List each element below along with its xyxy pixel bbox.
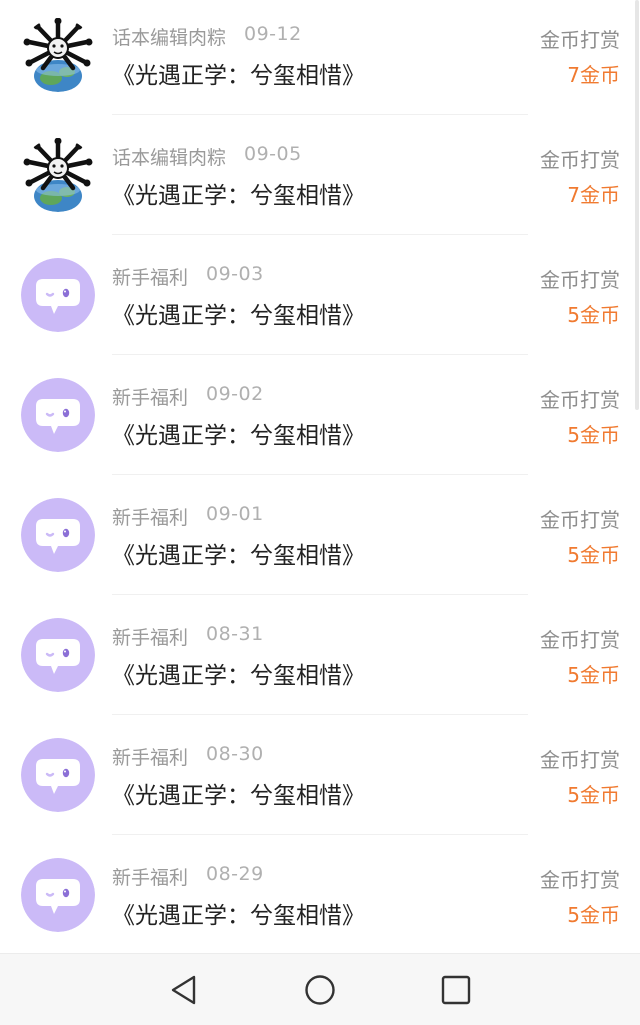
reward-record-row[interactable]: 新手福利 09-03 《光遇正学：兮玺相惜》 金币打赏 5金币 [0,250,640,370]
triangle-back-icon [171,975,196,1005]
book-title[interactable]: 《光遇正学：兮玺相惜》 [112,296,365,330]
sender-name: 新手福利 [112,387,189,409]
recents-button[interactable] [439,973,473,1007]
row-divider [112,834,528,835]
avatar[interactable] [21,618,95,692]
row-divider [112,594,528,595]
chat-bubble-avatar-icon [21,378,95,452]
reward-type: 金币打赏 [540,148,620,172]
editor-avatar-icon [21,138,95,212]
reward-record-row[interactable]: 话本编辑肉粽 09-05 《光遇正学：兮玺相惜》 金币打赏 7金币 [0,130,640,250]
reward-record-row[interactable]: 新手福利 09-02 《光遇正学：兮玺相惜》 金币打赏 5金币 [0,370,640,490]
sender-name: 话本编辑肉粽 [112,147,227,169]
sender-name: 话本编辑肉粽 [112,27,227,49]
square-recents-icon [441,975,471,1005]
system-nav-bar [0,953,640,1025]
avatar[interactable] [21,18,95,92]
scrollbar[interactable] [635,0,639,410]
reward-type: 金币打赏 [540,868,620,892]
record-date: 08-31 [206,623,264,645]
row-divider [112,234,528,235]
book-title[interactable]: 《光遇正学：兮玺相惜》 [112,176,365,210]
book-title[interactable]: 《光遇正学：兮玺相惜》 [112,776,365,810]
avatar[interactable] [21,258,95,332]
row-divider [112,714,528,715]
row-divider [112,354,528,355]
book-title[interactable]: 《光遇正学：兮玺相惜》 [112,56,365,90]
book-title[interactable]: 《光遇正学：兮玺相惜》 [112,416,365,450]
record-date: 08-30 [206,743,264,765]
reward-type: 金币打赏 [540,28,620,52]
reward-type: 金币打赏 [540,268,620,292]
reward-type: 金币打赏 [540,748,620,772]
reward-amount: 5金币 [567,903,620,927]
row-divider [112,114,528,115]
reward-amount: 7金币 [567,63,620,87]
record-date: 09-05 [244,143,302,165]
reward-type: 金币打赏 [540,628,620,652]
record-date: 09-12 [244,23,302,45]
reward-type: 金币打赏 [540,388,620,412]
sender-name: 新手福利 [112,747,189,769]
chat-bubble-avatar-icon [21,258,95,332]
book-title[interactable]: 《光遇正学：兮玺相惜》 [112,896,365,930]
chat-bubble-avatar-icon [21,618,95,692]
sender-name: 新手福利 [112,267,189,289]
sender-name: 新手福利 [112,627,189,649]
back-button[interactable] [167,973,201,1007]
reward-type: 金币打赏 [540,508,620,532]
avatar[interactable] [21,138,95,212]
chat-bubble-avatar-icon [21,858,95,932]
reward-amount: 5金币 [567,423,620,447]
record-date: 09-01 [206,503,264,525]
reward-amount: 5金币 [567,783,620,807]
row-divider [112,474,528,475]
chat-bubble-avatar-icon [21,738,95,812]
reward-record-row[interactable]: 新手福利 09-01 《光遇正学：兮玺相惜》 金币打赏 5金币 [0,490,640,610]
sender-name: 新手福利 [112,867,189,889]
record-date: 09-02 [206,383,264,405]
book-title[interactable]: 《光遇正学：兮玺相惜》 [112,656,365,690]
reward-list[interactable]: 话本编辑肉粽 09-12 《光遇正学：兮玺相惜》 金币打赏 7金币 话本编辑肉粽 09-05… [0,0,640,953]
reward-amount: 5金币 [567,663,620,687]
reward-record-row[interactable]: 新手福利 08-31 《光遇正学：兮玺相惜》 金币打赏 5金币 [0,610,640,730]
home-button[interactable] [303,973,337,1007]
record-date: 09-03 [206,263,264,285]
book-title[interactable]: 《光遇正学：兮玺相惜》 [112,536,365,570]
avatar[interactable] [21,858,95,932]
reward-record-row[interactable]: 话本编辑肉粽 09-12 《光遇正学：兮玺相惜》 金币打赏 7金币 [0,10,640,130]
record-date: 08-29 [206,863,264,885]
reward-amount: 5金币 [567,543,620,567]
avatar[interactable] [21,738,95,812]
reward-record-row[interactable]: 新手福利 08-30 《光遇正学：兮玺相惜》 金币打赏 5金币 [0,730,640,850]
reward-amount: 5金币 [567,303,620,327]
chat-bubble-avatar-icon [21,498,95,572]
reward-record-row[interactable]: 新手福利 08-29 《光遇正学：兮玺相惜》 金币打赏 5金币 [0,850,640,953]
circle-home-icon [305,975,335,1005]
editor-avatar-icon [21,18,95,92]
avatar[interactable] [21,378,95,452]
avatar[interactable] [21,498,95,572]
sender-name: 新手福利 [112,507,189,529]
reward-amount: 7金币 [567,183,620,207]
